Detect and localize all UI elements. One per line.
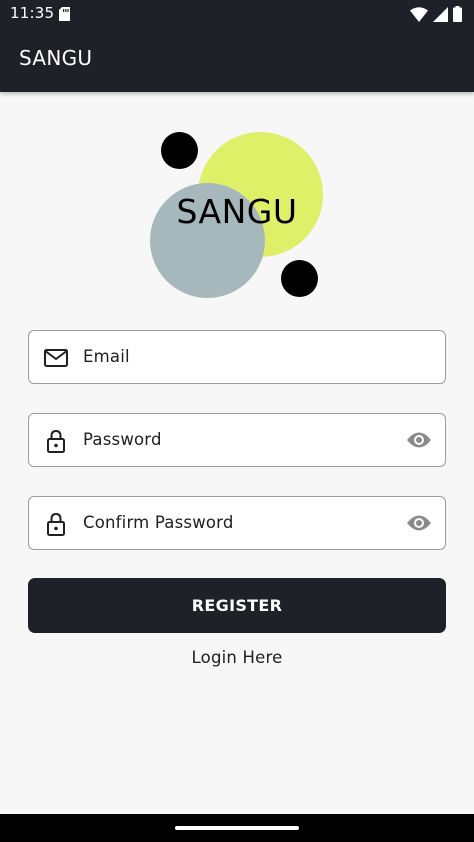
status-icons: [410, 6, 462, 22]
app-logo: SANGU: [0, 92, 474, 312]
mail-icon: [44, 349, 68, 367]
status-time: 11:35: [10, 4, 55, 22]
sd-card-icon: [59, 7, 70, 21]
confirm-password-field[interactable]: Confirm Password: [28, 496, 446, 550]
navigation-bar: [0, 814, 474, 842]
email-field[interactable]: Email: [28, 330, 446, 384]
battery-icon: [453, 6, 462, 22]
logo-text: SANGU: [176, 192, 298, 231]
signal-icon: [433, 6, 448, 22]
eye-icon[interactable]: [406, 514, 432, 532]
lock-icon: [47, 512, 65, 536]
eye-icon[interactable]: [406, 431, 432, 449]
register-button[interactable]: REGISTER: [28, 578, 446, 633]
password-field[interactable]: Password: [28, 413, 446, 467]
password-placeholder: Password: [83, 430, 162, 449]
logo-black-dot-top: [161, 132, 198, 169]
app-title: SANGU: [19, 46, 93, 70]
lock-icon: [47, 429, 65, 453]
home-gesture-handle[interactable]: [175, 826, 299, 830]
register-screen: SANGU Email Password Confirm Password RE…: [0, 92, 474, 814]
email-placeholder: Email: [83, 347, 130, 366]
wifi-icon: [410, 6, 428, 22]
confirm-password-placeholder: Confirm Password: [83, 513, 234, 532]
status-bar: 11:35: [0, 0, 474, 28]
app-bar: SANGU: [0, 28, 474, 92]
login-here-link[interactable]: Login Here: [0, 648, 474, 667]
logo-black-dot-bottom: [281, 260, 318, 297]
